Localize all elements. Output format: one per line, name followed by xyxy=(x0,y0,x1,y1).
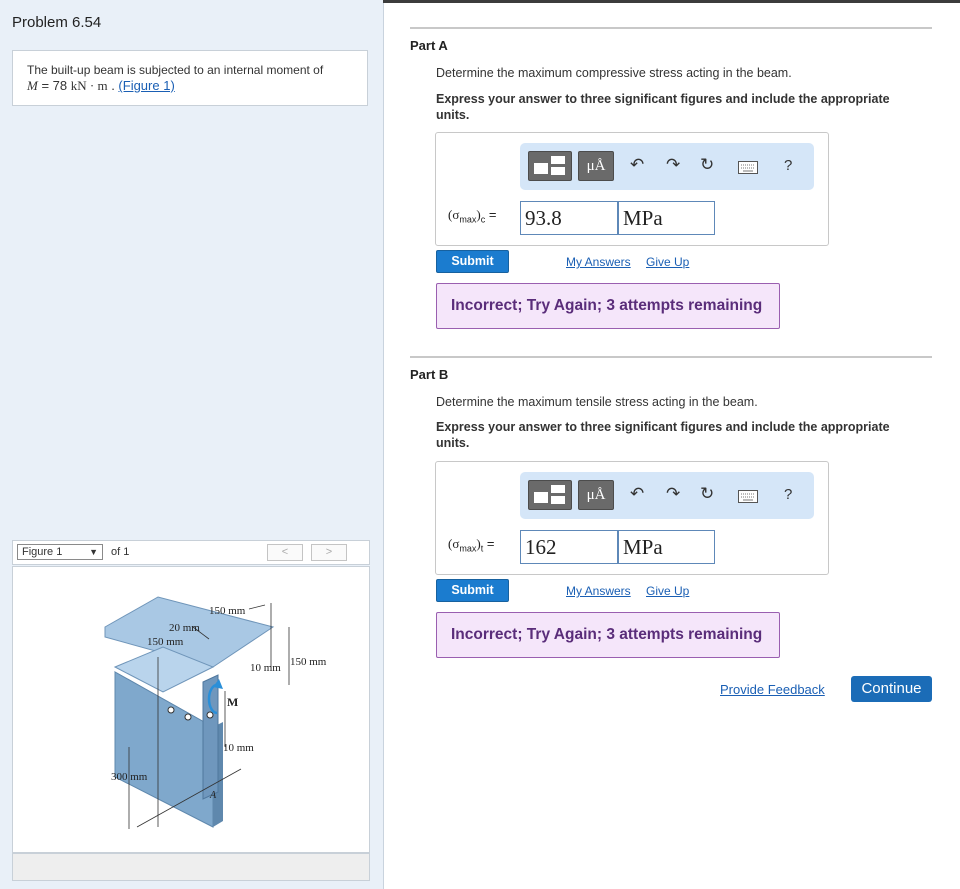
part-b-my-answers-link[interactable]: My Answers xyxy=(566,584,631,598)
dim-label-20: 20 mm xyxy=(169,622,200,634)
part-a-unit-input[interactable]: MPa xyxy=(618,201,715,235)
part-a-toolbar: μÅ ↶ ↷ ↻ ? xyxy=(520,143,814,190)
dim-label-150-right: 150 mm xyxy=(290,656,327,668)
templates-icon[interactable] xyxy=(528,151,572,181)
moment-label: M xyxy=(227,695,238,709)
point-a-label: A xyxy=(209,790,217,801)
beam-web xyxy=(114,671,214,828)
part-b-give-up-link[interactable]: Give Up xyxy=(646,584,689,598)
part-a-give-up-link[interactable]: Give Up xyxy=(646,255,689,269)
redo-icon[interactable]: ↷ xyxy=(666,484,680,504)
undo-icon[interactable]: ↶ xyxy=(630,484,644,504)
part-a-my-answers-link[interactable]: My Answers xyxy=(566,255,631,269)
part-a-answer-box: μÅ ↶ ↷ ↻ ? (σmax)c = 93.8 MPa xyxy=(435,132,829,246)
reset-icon[interactable]: ↻ xyxy=(700,484,714,504)
statement-text: The built-up beam is subjected to an int… xyxy=(27,63,324,77)
part-b-feedback: Incorrect; Try Again; 3 attempts remaini… xyxy=(436,612,780,658)
keyboard-icon[interactable] xyxy=(738,488,758,508)
part-a-instructions: Express your answer to three significant… xyxy=(436,92,890,122)
part-b-title: Part B xyxy=(410,367,449,382)
moment-symbol: M xyxy=(27,78,38,93)
part-b-submit-button[interactable]: Submit xyxy=(436,579,509,602)
part-a-label: (σmax)c = xyxy=(448,207,497,225)
bolt-2 xyxy=(184,713,192,721)
part-b-label: (σmax)t = xyxy=(448,536,495,554)
part-b-instructions: Express your answer to three significant… xyxy=(436,420,890,450)
help-icon[interactable]: ? xyxy=(784,157,792,174)
part-a-value-input[interactable]: 93.8 xyxy=(520,201,618,235)
part-a-submit-button[interactable]: Submit xyxy=(436,250,509,273)
keyboard-icon[interactable] xyxy=(738,159,758,179)
part-a-title: Part A xyxy=(410,38,448,53)
figure-toolbar: Figure 1 ▼ of 1 < > xyxy=(12,540,370,565)
redo-icon[interactable]: ↷ xyxy=(666,155,680,175)
part-b-toolbar: μÅ ↶ ↷ ↻ ? xyxy=(520,472,814,519)
part-a-feedback: Incorrect; Try Again; 3 attempts remaini… xyxy=(436,283,780,329)
top-rule xyxy=(383,0,960,3)
dim-label-10-a: 10 mm xyxy=(250,662,281,674)
part-a-question: Determine the maximum compressive stress… xyxy=(436,66,792,80)
problem-panel: Problem 6.54 The built-up beam is subjec… xyxy=(0,0,384,889)
figure-prev-button[interactable]: < xyxy=(267,544,303,561)
bolt-1 xyxy=(167,706,175,714)
help-icon[interactable]: ? xyxy=(784,486,792,503)
moment-eq: = 78 xyxy=(37,78,71,93)
part-b-question: Determine the maximum tensile stress act… xyxy=(436,395,758,409)
part-a-divider xyxy=(410,27,932,29)
figure-link[interactable]: (Figure 1) xyxy=(118,78,174,93)
figure-footer xyxy=(12,853,370,881)
dim-label-150-top: 150 mm xyxy=(209,605,246,617)
part-b-value-input[interactable]: 162 xyxy=(520,530,618,564)
caret-down-icon: ▼ xyxy=(89,547,98,557)
templates-icon[interactable] xyxy=(528,480,572,510)
bolt-3 xyxy=(206,711,214,719)
part-b-unit-input[interactable]: MPa xyxy=(618,530,715,564)
problem-title: Problem 6.54 xyxy=(12,14,102,31)
problem-statement: The built-up beam is subjected to an int… xyxy=(12,50,368,106)
figure-select-label: Figure 1 xyxy=(22,546,63,558)
reset-icon[interactable]: ↻ xyxy=(700,155,714,175)
dim-label-300: 300 mm xyxy=(111,771,148,783)
dim-label-150-left: 150 mm xyxy=(147,636,184,648)
moment-value: M = 78 kN · m . (Figure 1) xyxy=(27,78,175,93)
provide-feedback-link[interactable]: Provide Feedback xyxy=(720,682,825,697)
continue-button[interactable]: Continue xyxy=(851,676,932,702)
units-icon[interactable]: μÅ xyxy=(578,480,614,510)
part-b-answer-box: μÅ ↶ ↷ ↻ ? (σmax)t = 162 MPa xyxy=(435,461,829,575)
dim-label-10-b: 10 mm xyxy=(223,742,254,754)
moment-unit: kN · m xyxy=(70,78,108,93)
figure-image: 150 mm 20 mm 150 mm 10 mm 150 mm M 10 mm… xyxy=(12,566,370,853)
part-b-divider xyxy=(410,356,932,358)
units-icon[interactable]: μÅ xyxy=(578,151,614,181)
figure-next-button[interactable]: > xyxy=(311,544,347,561)
figure-count: of 1 xyxy=(111,546,130,558)
undo-icon[interactable]: ↶ xyxy=(630,155,644,175)
beam-diagram: 150 mm 20 mm 150 mm 10 mm 150 mm M 10 mm… xyxy=(104,596,327,829)
figure-select[interactable]: Figure 1 ▼ xyxy=(17,544,103,560)
